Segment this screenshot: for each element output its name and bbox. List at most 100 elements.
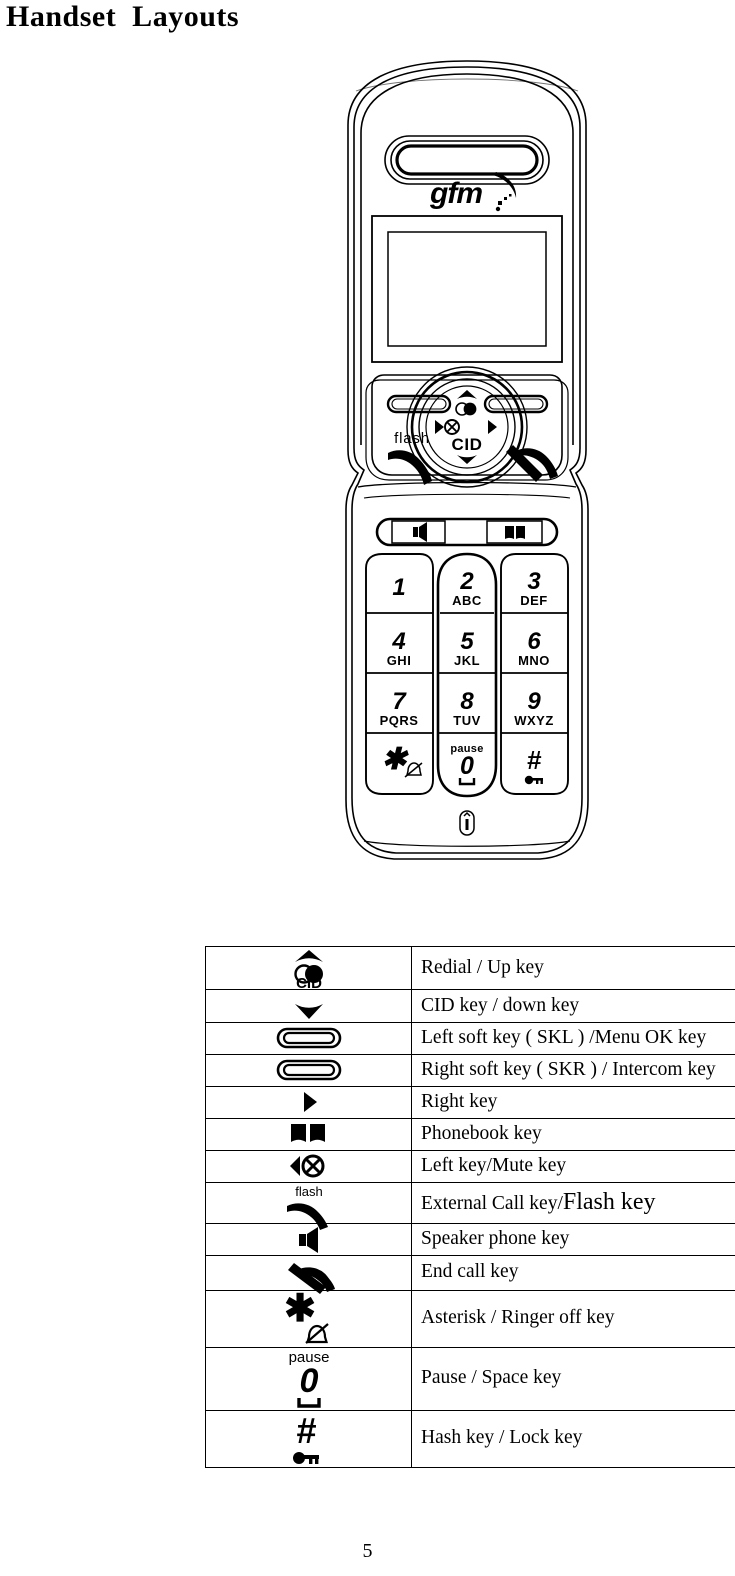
right-soft-key-icon-cell	[205, 1053, 412, 1087]
speaker-phone-key-icon	[206, 1224, 411, 1254]
body-divider	[357, 481, 577, 499]
bottom-contour	[363, 840, 571, 847]
table-row: Right key	[205, 1085, 735, 1119]
flash-label: flash	[394, 430, 430, 447]
phonebook-icon	[505, 526, 525, 539]
table-row: Phonebook key	[205, 1117, 735, 1151]
svg-text:#: #	[295, 1410, 315, 1451]
table-row: CID Redial / Up key	[205, 946, 735, 992]
brand-logo: gfm	[429, 172, 517, 212]
key-description: Right soft key ( SKR ) / Intercom key	[411, 1053, 735, 1087]
table-row: CID key / down key	[205, 989, 735, 1023]
svg-text:MNO: MNO	[518, 653, 550, 668]
svg-text:DEF: DEF	[520, 593, 548, 608]
table-row: Speaker phone key	[205, 1222, 735, 1256]
svg-text:PQRS: PQRS	[380, 713, 419, 728]
asterisk-ringer-off-key-icon: ✱	[206, 1288, 411, 1347]
right-soft-key-icon	[206, 1056, 411, 1084]
key-description: Pause / Space key	[411, 1346, 735, 1411]
table-row: ✱ Asterisk / Ringer off key	[205, 1288, 735, 1348]
key-description: Right key	[411, 1085, 735, 1119]
svg-text:CID: CID	[451, 435, 482, 454]
key-description: Speaker phone key	[411, 1222, 735, 1256]
svg-text:7: 7	[392, 688, 407, 715]
external-call-flash-key-icon: flash	[206, 1183, 411, 1230]
left-soft-key-icon-cell	[205, 1022, 412, 1055]
asterisk-ringer-off-key-icon-cell: ✱	[205, 1288, 412, 1348]
lock-icon	[292, 1451, 319, 1464]
table-row: # Hash key / Lock key	[205, 1409, 735, 1468]
svg-text:3: 3	[527, 568, 541, 595]
table-row: Left soft key ( SKL ) /Menu OK key	[205, 1022, 735, 1055]
left-mute-key-icon	[206, 1152, 411, 1180]
svg-text:ABC: ABC	[452, 593, 482, 608]
nav-left-arrow-mute-icon	[435, 419, 460, 435]
keypad-labels: 1 2 ABC 3 DEF 4 GHI 5 JKL 6 MNO 7 PQRS 8…	[380, 568, 554, 780]
svg-text:6: 6	[527, 628, 541, 655]
table-row: Right soft key ( SKR ) / Intercom key	[205, 1053, 735, 1087]
hash-lock-key-icon: #	[206, 1410, 411, 1467]
svg-text:#: #	[527, 745, 542, 775]
key-description-emphasis: Flash key	[562, 1189, 656, 1216]
key-description: Hash key / Lock key	[411, 1409, 735, 1468]
svg-text:flash: flash	[394, 430, 430, 447]
svg-text:9: 9	[527, 688, 541, 715]
nav-redial-icon	[455, 402, 477, 416]
cid-down-key-icon-cell	[205, 989, 412, 1023]
hash-lock-key-icon-cell: #	[205, 1409, 412, 1468]
page-title: Handset Layouts	[6, 0, 240, 33]
redial-up-key-icon: CID	[206, 947, 411, 992]
redial-up-key-icon-cell: CID	[205, 946, 412, 992]
microphone-icon	[459, 810, 475, 836]
page-number: 5	[362, 1540, 373, 1562]
svg-text:2: 2	[459, 568, 474, 595]
svg-text:GHI: GHI	[387, 653, 412, 668]
key-description: End call key	[411, 1254, 735, 1291]
left-mute-key-icon-cell	[205, 1149, 412, 1183]
svg-text:JKL: JKL	[454, 653, 480, 668]
svg-text:WXYZ: WXYZ	[514, 713, 554, 728]
svg-text:5: 5	[460, 628, 474, 655]
right-key-icon-cell	[205, 1085, 412, 1119]
svg-text:0: 0	[460, 752, 474, 780]
lock-icon	[524, 775, 543, 785]
key-description: Asterisk / Ringer off key	[411, 1289, 735, 1348]
cid-down-key-icon	[206, 990, 411, 1022]
key-description: Left key/Mute key	[411, 1149, 735, 1183]
svg-text:TUV: TUV	[453, 713, 481, 728]
svg-text:1: 1	[392, 574, 405, 601]
svg-text:0: 0	[299, 1362, 318, 1400]
external-call-flash-key-icon-cell: flash	[205, 1181, 412, 1230]
handset-illustration: gfm CID flash 1 2 ABC 3 DEF 4 GHI 5 JKL …	[330, 55, 605, 870]
speaker-phone-key-icon-cell	[205, 1222, 412, 1256]
key-description: CID key / down key	[411, 989, 735, 1023]
nav-down-arrow-icon	[457, 455, 477, 464]
pause-space-key-icon-cell: pause 0	[205, 1346, 412, 1411]
ringer-off-icon	[404, 762, 423, 778]
nav-cid-label: CID	[451, 435, 482, 454]
end-call-key-icon	[206, 1256, 411, 1294]
pause-space-key-icon: pause 0	[206, 1348, 411, 1410]
flash-label: flash	[295, 1184, 322, 1199]
key-description: External Call key/Flash key	[411, 1181, 735, 1224]
nav-up-arrow-icon	[457, 390, 477, 399]
phonebook-key-icon-cell	[205, 1117, 412, 1151]
function-key-bar	[375, 517, 559, 547]
end-call-key-icon-cell	[205, 1254, 412, 1294]
speaker-icon	[413, 522, 427, 542]
phonebook-key-icon	[206, 1121, 411, 1147]
left-soft-key-icon	[206, 1024, 411, 1052]
key-description: Left soft key ( SKL ) /Menu OK key	[411, 1022, 735, 1055]
svg-text:gfm: gfm	[429, 177, 482, 210]
svg-text:✱: ✱	[381, 743, 409, 776]
key-legend-table: CID Redial / Up key CID key / down key L…	[205, 946, 735, 1468]
key-description: Redial / Up key	[411, 946, 735, 990]
svg-text:8: 8	[460, 688, 474, 715]
nav-right-arrow-icon	[488, 420, 497, 434]
table-row: pause 0 Pause / Space key	[205, 1346, 735, 1411]
svg-text:4: 4	[391, 628, 405, 655]
table-row: flash External Call key/Flash key	[205, 1181, 735, 1230]
table-row: Left key/Mute key	[205, 1149, 735, 1183]
table-row: End call key	[205, 1254, 735, 1294]
key-description-main: External Call key/	[421, 1193, 563, 1215]
